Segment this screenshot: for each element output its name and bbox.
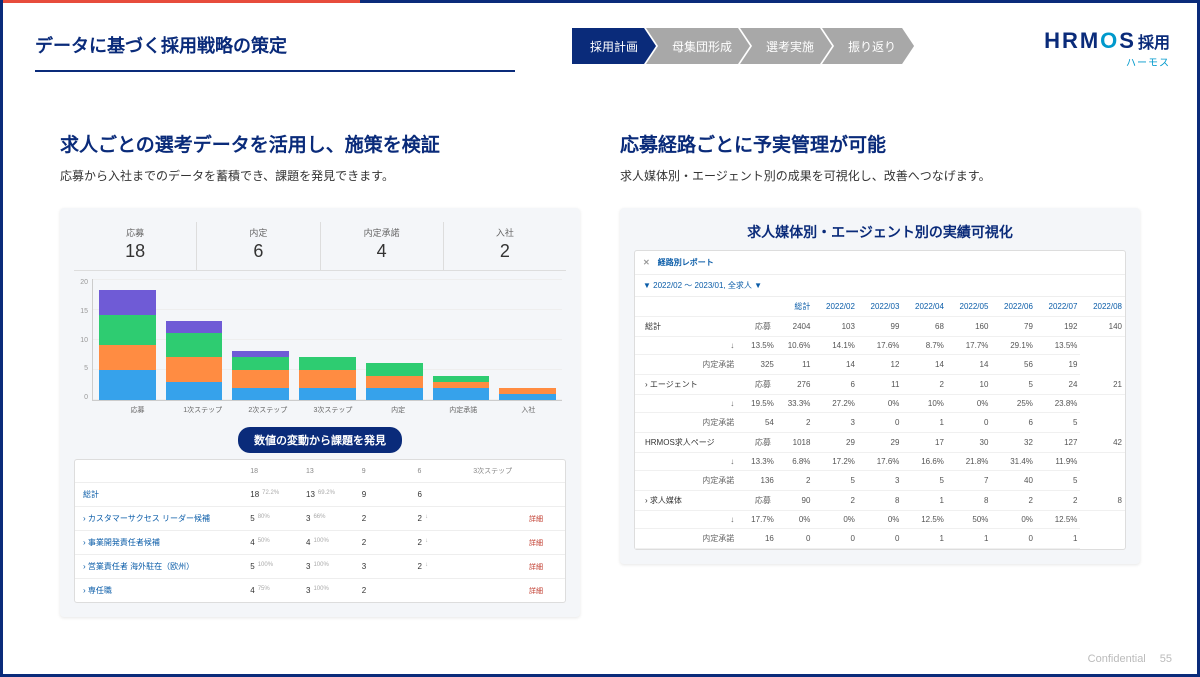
breakdown-table: 1813963次ステップ総計 1872.2% 1369.2% 9 6 › カスタ… [74,459,566,603]
bar [99,290,156,400]
table-row: › 事業開発責任者候補 450% 4100% 2 2↓ 詳細 [75,531,565,555]
report-title: 経路別レポート [658,257,714,268]
close-icon[interactable]: ✕ [643,258,650,267]
process-stages: 採用計画母集団形成選考実施振り返り [572,28,904,64]
report-header: ✕ 経路別レポート [635,251,1125,275]
page-title: データに基づく採用戦略の策定 [35,32,287,58]
left-panel: 応募18内定6内定承諾4入社2 20151050 応募1次ステップ2次ステップ3… [60,208,580,617]
kpi: 入社2 [444,222,566,270]
report-table: 総計2022/022022/032022/042022/052022/06202… [635,297,1125,549]
left-column: 求人ごとの選考データを活用し、施策を検証 応募から入社までのデータを蓄積でき、課… [60,130,580,617]
right-column: 応募経路ごとに予実管理が可能 求人媒体別・エージェント別の成果を可視化し、改善へ… [620,130,1140,617]
chart-callout: 数値の変動から課題を発見 [238,427,402,453]
table-row: › 専任職 475% 3100% 2 詳細 [75,579,565,602]
table-row: 総計 1872.2% 1369.2% 9 6 [75,483,565,507]
bar [232,351,289,400]
right-panel: 求人媒体別・エージェント別の実績可視化 ✕ 経路別レポート ▼ 2022/02 … [620,208,1140,564]
confidential-label: Confidential [1088,653,1146,665]
bar [299,357,356,400]
title-underline [35,70,515,72]
kpi-row: 応募18内定6内定承諾4入社2 [74,222,566,271]
left-title: 求人ごとの選考データを活用し、施策を検証 [60,130,580,157]
table-row: › カスタマーサクセス リーダー候補 580% 366% 2 2↓ 詳細 [75,507,565,531]
stage-1[interactable]: 母集団形成 [646,28,750,64]
logo: HRMOS採用 ハーモス [1044,28,1170,69]
right-subtitle: 求人媒体別・エージェント別の成果を可視化し、改善へつなげます。 [620,167,1140,184]
kpi: 内定承諾4 [321,222,444,270]
bar [433,376,490,400]
report-card: ✕ 経路別レポート ▼ 2022/02 ～ 2023/01, 全求人 ▼ 総計2… [634,250,1126,550]
kpi: 内定6 [197,222,320,270]
bar [166,321,223,400]
bar [499,388,556,400]
kpi: 応募18 [74,222,197,270]
funnel-chart: 20151050 応募1次ステップ2次ステップ3次ステップ内定内定承諾入社 [74,271,566,421]
stage-2[interactable]: 選考実施 [740,28,832,64]
right-title: 応募経路ごとに予実管理が可能 [620,130,1140,157]
page-number: 55 [1160,653,1172,665]
table-row: › 営業責任者 海外駐在（欧州） 5100% 3100% 3 2↓ 詳細 [75,555,565,579]
stage-0[interactable]: 採用計画 [572,28,656,64]
footer: Confidential 55 [1088,653,1172,665]
left-subtitle: 応募から入社までのデータを蓄積でき、課題を発見できます。 [60,167,580,184]
stage-3[interactable]: 振り返り [822,28,914,64]
right-panel-title: 求人媒体別・エージェント別の実績可視化 [634,222,1126,242]
bar [366,363,423,400]
report-filter[interactable]: ▼ 2022/02 ～ 2023/01, 全求人 ▼ [635,275,1125,297]
